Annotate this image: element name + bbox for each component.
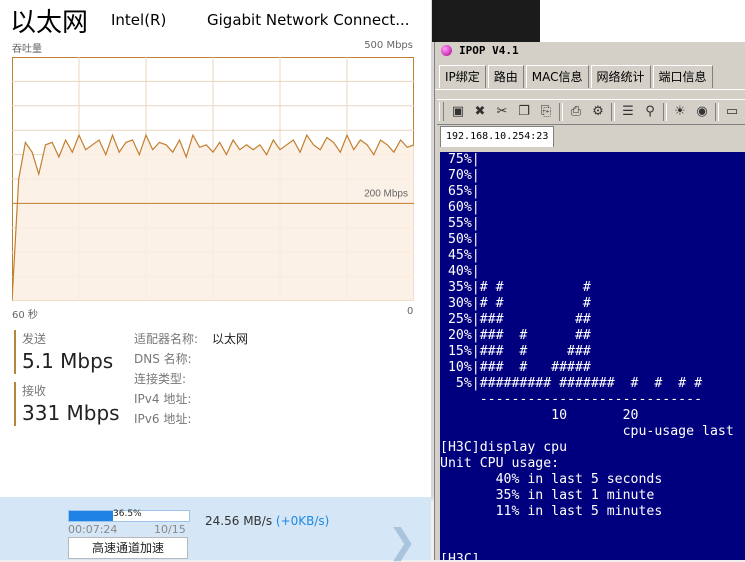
property-key: 连接类型: <box>134 372 187 386</box>
download-progress-fill <box>69 511 113 521</box>
download-count: 10/15 <box>154 523 186 536</box>
tab-port-info[interactable]: 端口信息 <box>652 65 713 88</box>
terminal-output: 75%| 70%| 65%| 60%| 55%| 50%| 45%| 40%| … <box>440 152 734 560</box>
accelerate-button[interactable]: 高速通道加速 <box>68 537 188 559</box>
x-axis-left-label: 60 秒 <box>12 310 38 321</box>
tab-network-stats[interactable]: 网络统计 <box>590 65 651 88</box>
send-stat: 发送 5.1 Mbps <box>14 330 113 374</box>
property-key: IPv6 地址: <box>134 412 192 426</box>
throughput-chart: 200 Mbps <box>11 57 415 302</box>
ipop-window: IPOP V4.1 IP绑定 路由 MAC信息 网络统计 端口信息 ▣ ✖ ✂ … <box>434 42 745 560</box>
send-value: 5.1 Mbps <box>22 349 114 373</box>
sun-icon[interactable]: ☀ <box>671 103 689 121</box>
window-title: IPOP V4.1 <box>459 44 519 57</box>
x-axis-right-label: 0 <box>407 306 414 317</box>
property-key: DNS 名称: <box>134 352 192 366</box>
background-dark-window <box>430 0 540 42</box>
toolbar-separator <box>611 103 615 121</box>
find-icon[interactable]: ⚲ <box>641 103 659 121</box>
tab-mac-info[interactable]: MAC信息 <box>525 65 589 88</box>
property-key: 适配器名称: <box>134 332 199 346</box>
property-row: 连接类型: <box>134 370 248 390</box>
property-value: 以太网 <box>212 332 249 346</box>
toolbar-grip[interactable] <box>439 102 444 121</box>
download-speed: 24.56 MB/s (+0KB/s) <box>205 514 329 528</box>
book-icon[interactable]: ☰ <box>619 103 637 121</box>
throughput-label: 吞吐量 <box>12 44 42 55</box>
paste-icon[interactable]: ⎘ <box>537 103 555 121</box>
throughput-area <box>12 135 414 301</box>
adapter-properties: 适配器名称: 以太网 DNS 名称: 连接类型: IPv4 地址: IPv6 地址… <box>134 330 248 430</box>
print-icon[interactable]: ⎙ <box>567 103 585 121</box>
tabs-divider <box>435 89 745 90</box>
receive-stat: 接收 331 Mbps <box>14 382 120 426</box>
app-icon <box>441 45 452 56</box>
terminal[interactable]: 75%| 70%| 65%| 60%| 55%| 50%| 45%| 40%| … <box>440 152 745 560</box>
property-row: IPv6 地址: <box>134 410 248 430</box>
adapter-brand: Intel(R) <box>111 11 167 29</box>
throughput-chart-svg: 200 Mbps <box>11 57 415 302</box>
max-scale-label: 500 Mbps <box>364 40 413 51</box>
download-elapsed: 00:07:24 <box>68 523 118 536</box>
ipop-title-bar: IPOP V4.1 <box>435 42 745 60</box>
download-speed-unit: MB/s <box>243 514 273 528</box>
property-key: IPv4 地址: <box>134 392 192 406</box>
delete-icon[interactable]: ✖ <box>471 103 489 121</box>
session-tab[interactable]: 192.168.10.254:23 <box>440 126 555 147</box>
ipop-tabs: IP绑定 路由 MAC信息 网络统计 端口信息 <box>439 65 715 90</box>
property-row: 适配器名称: 以太网 <box>134 330 248 350</box>
ipop-toolbar: ▣ ✖ ✂ ❐ ⎘ ⎙ ⚙ ☰ ⚲ ☀ ◉ ▭ <box>437 99 745 125</box>
new-session-icon[interactable]: ▣ <box>449 103 467 121</box>
adapter-name: Gigabit Network Connect... <box>207 11 410 29</box>
settings-icon[interactable]: ⚙ <box>589 103 607 121</box>
download-percent: 36.5% <box>113 509 142 519</box>
download-speed-value: 24.56 <box>205 514 240 528</box>
receive-label: 接收 <box>22 384 47 398</box>
upload-speed: (+0KB/s) <box>275 514 330 528</box>
chevron-right-icon[interactable]: ❯ <box>388 525 417 559</box>
property-row: IPv4 地址: <box>134 390 248 410</box>
toolbar-separator <box>715 103 719 121</box>
tab-ip-bind[interactable]: IP绑定 <box>439 65 486 88</box>
task-manager-ethernet-panel: 以太网 Intel(R) Gigabit Network Connect... … <box>0 0 432 497</box>
cut-icon[interactable]: ✂ <box>493 103 511 121</box>
download-widget: 36.5% 00:07:24 10/15 24.56 MB/s (+0KB/s)… <box>0 497 431 560</box>
menu-icon[interactable]: ▭ <box>723 103 741 121</box>
mid-scale-label: 200 Mbps <box>364 188 408 199</box>
toolbar-separator <box>663 103 667 121</box>
copy-icon[interactable]: ❐ <box>515 103 533 121</box>
receive-value: 331 Mbps <box>22 401 120 425</box>
page-title: 以太网 <box>10 8 89 38</box>
property-row: DNS 名称: <box>134 350 248 370</box>
tab-route[interactable]: 路由 <box>487 65 524 88</box>
toolbar-separator <box>559 103 563 121</box>
background-white-window <box>540 0 745 42</box>
record-icon[interactable]: ◉ <box>693 103 711 121</box>
send-label: 发送 <box>22 332 47 346</box>
